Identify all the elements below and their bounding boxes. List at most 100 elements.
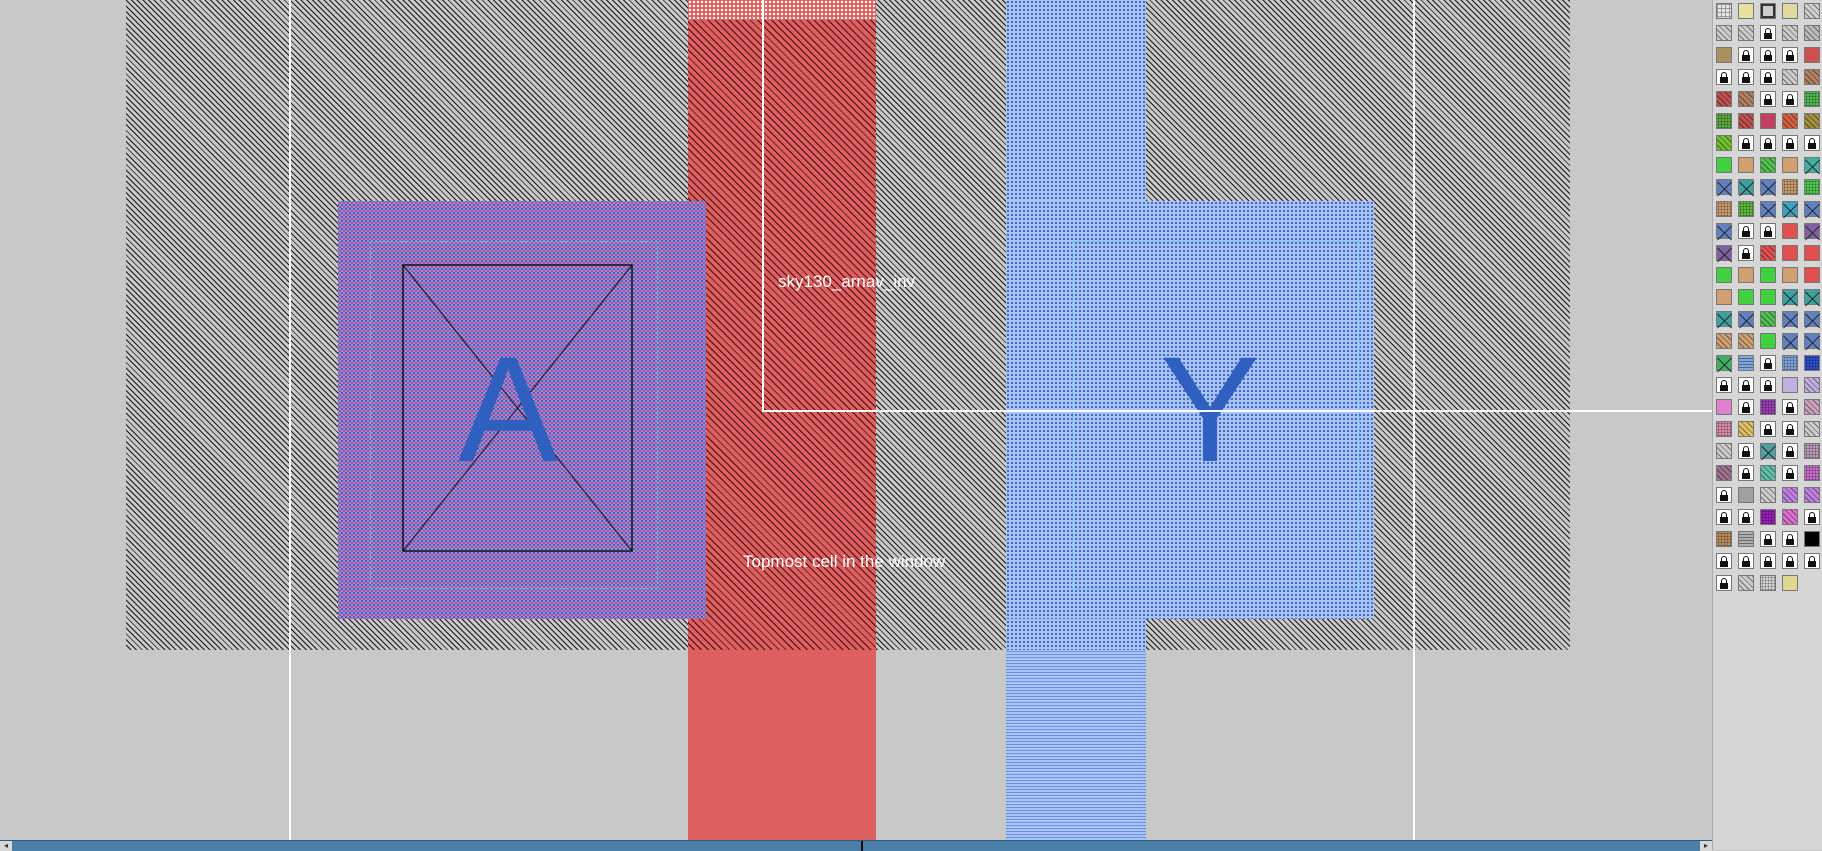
layer-swatch[interactable] [1782, 355, 1798, 371]
layer-swatch[interactable] [1782, 91, 1798, 107]
layer-swatch[interactable] [1738, 377, 1754, 393]
layer-swatch[interactable] [1760, 443, 1776, 459]
layer-swatch[interactable] [1716, 113, 1732, 129]
layer-swatch[interactable] [1716, 575, 1732, 591]
layer-swatch[interactable] [1782, 553, 1798, 569]
layer-swatch[interactable] [1782, 531, 1798, 547]
layer-swatch[interactable] [1738, 223, 1754, 239]
layer-swatch[interactable] [1716, 531, 1732, 547]
layer-swatch[interactable] [1738, 267, 1754, 283]
layer-swatch[interactable] [1782, 47, 1798, 63]
layer-swatch[interactable] [1760, 333, 1776, 349]
layer-swatch[interactable] [1760, 553, 1776, 569]
layer-swatch[interactable] [1804, 421, 1820, 437]
layer-swatch[interactable] [1716, 135, 1732, 151]
layer-swatch[interactable] [1760, 531, 1776, 547]
layer-swatch[interactable] [1782, 157, 1798, 173]
layer-swatch[interactable] [1716, 553, 1732, 569]
layer-swatch[interactable] [1804, 267, 1820, 283]
layer-swatch[interactable] [1782, 333, 1798, 349]
layer-swatch[interactable] [1760, 465, 1776, 481]
layer-swatch[interactable] [1804, 443, 1820, 459]
layer-swatch[interactable] [1738, 421, 1754, 437]
layer-swatch[interactable] [1760, 113, 1776, 129]
layer-swatch[interactable] [1738, 135, 1754, 151]
layer-swatch[interactable] [1804, 553, 1820, 569]
layer-swatch[interactable] [1760, 421, 1776, 437]
layer-swatch[interactable] [1804, 377, 1820, 393]
layer-swatch[interactable] [1782, 465, 1798, 481]
layer-swatch[interactable] [1760, 3, 1776, 19]
layer-swatch[interactable] [1716, 289, 1732, 305]
layer-swatch[interactable] [1782, 135, 1798, 151]
layer-swatch[interactable] [1760, 47, 1776, 63]
layer-swatch[interactable] [1738, 333, 1754, 349]
layer-swatch[interactable] [1804, 3, 1820, 19]
layer-swatch[interactable] [1782, 113, 1798, 129]
layer-swatch[interactable] [1782, 311, 1798, 327]
layer-swatch[interactable] [1804, 201, 1820, 217]
layer-swatch[interactable] [1738, 91, 1754, 107]
layer-swatch[interactable] [1760, 179, 1776, 195]
layer-swatch[interactable] [1760, 223, 1776, 239]
layer-swatch[interactable] [1804, 47, 1820, 63]
layer-swatch[interactable] [1782, 575, 1798, 591]
layer-swatch[interactable] [1716, 487, 1732, 503]
layer-swatch[interactable] [1760, 575, 1776, 591]
layer-swatch[interactable] [1716, 157, 1732, 173]
layer-swatch[interactable] [1738, 47, 1754, 63]
layer-swatch[interactable] [1782, 399, 1798, 415]
layer-swatch[interactable] [1760, 245, 1776, 261]
layer-swatch[interactable] [1738, 487, 1754, 503]
layer-swatch[interactable] [1738, 201, 1754, 217]
layer-swatch[interactable] [1804, 179, 1820, 195]
layer-swatch[interactable] [1738, 157, 1754, 173]
layer-swatch[interactable] [1738, 179, 1754, 195]
layer-swatch[interactable] [1782, 245, 1798, 261]
layer-swatch[interactable] [1782, 509, 1798, 525]
layer-swatch[interactable] [1760, 487, 1776, 503]
layer-swatch[interactable] [1804, 245, 1820, 261]
layer-swatch[interactable] [1738, 311, 1754, 327]
layer-swatch[interactable] [1782, 487, 1798, 503]
layer-swatch[interactable] [1804, 531, 1820, 547]
layer-swatch[interactable] [1760, 25, 1776, 41]
layer-swatch[interactable] [1738, 355, 1754, 371]
layer-swatch[interactable] [1782, 179, 1798, 195]
layer-swatch[interactable] [1760, 135, 1776, 151]
horizontal-scrollbar[interactable]: ◂ ▸ [0, 840, 1712, 851]
layer-swatch[interactable] [1716, 201, 1732, 217]
layer-swatch[interactable] [1738, 113, 1754, 129]
layer-swatch[interactable] [1760, 267, 1776, 283]
layer-swatch[interactable] [1760, 201, 1776, 217]
layer-swatch[interactable] [1738, 25, 1754, 41]
layer-swatch[interactable] [1760, 69, 1776, 85]
layer-swatch[interactable] [1804, 69, 1820, 85]
layer-swatch[interactable] [1716, 245, 1732, 261]
layer-swatch[interactable] [1716, 25, 1732, 41]
layer-swatch[interactable] [1804, 509, 1820, 525]
layer-swatch[interactable] [1738, 3, 1754, 19]
layer-swatch[interactable] [1760, 289, 1776, 305]
layout-canvas[interactable]: A Y sky130_arnav_inv Topmost cell in the… [0, 0, 1712, 840]
layer-swatch[interactable] [1738, 465, 1754, 481]
layer-swatch[interactable] [1782, 267, 1798, 283]
layer-swatch[interactable] [1782, 69, 1798, 85]
layer-swatch[interactable] [1738, 245, 1754, 261]
layer-swatch[interactable] [1782, 443, 1798, 459]
layer-swatch[interactable] [1738, 289, 1754, 305]
layer-swatch[interactable] [1716, 311, 1732, 327]
layer-swatch[interactable] [1804, 487, 1820, 503]
layer-swatch[interactable] [1716, 399, 1732, 415]
cell-bounding-box[interactable] [762, 0, 1712, 412]
layer-swatch[interactable] [1804, 333, 1820, 349]
layer-swatch[interactable] [1760, 311, 1776, 327]
layer-swatch[interactable] [1716, 421, 1732, 437]
layer-swatch[interactable] [1782, 25, 1798, 41]
layer-swatch[interactable] [1716, 3, 1732, 19]
layer-swatch[interactable] [1738, 69, 1754, 85]
layer-swatch[interactable] [1782, 223, 1798, 239]
layer-palette[interactable] [1712, 0, 1822, 850]
layer-swatch[interactable] [1738, 575, 1754, 591]
layer-swatch[interactable] [1716, 223, 1732, 239]
